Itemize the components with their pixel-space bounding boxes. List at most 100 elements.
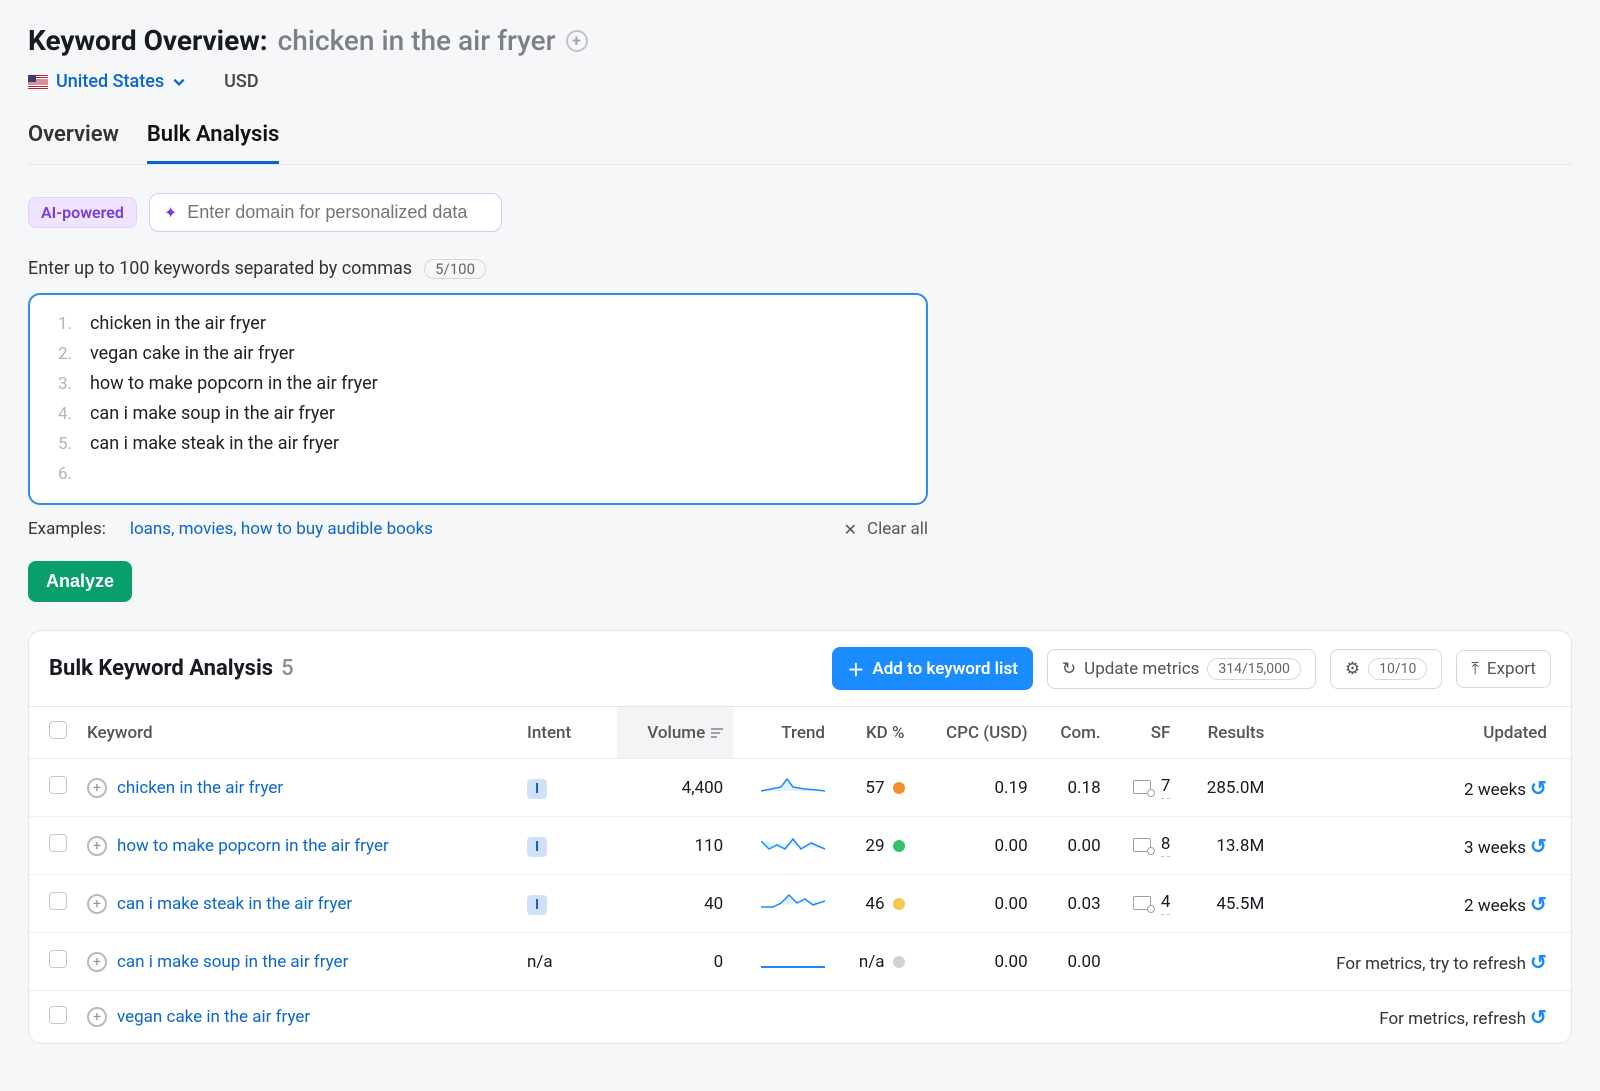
- cpc-cell: 0.00: [915, 817, 1038, 875]
- com-cell: 0.18: [1038, 759, 1111, 817]
- results-cell: 285.0M: [1180, 759, 1274, 817]
- tabs: Overview Bulk Analysis: [28, 116, 1572, 165]
- results-table: Keyword Intent Volume Trend KD % CPC (US…: [29, 706, 1571, 1043]
- intent-cell: I: [517, 875, 617, 933]
- title-keyword: chicken in the air fryer: [278, 24, 556, 57]
- ai-powered-badge: AI-powered: [28, 197, 137, 228]
- col-updated[interactable]: Updated: [1274, 707, 1571, 759]
- col-keyword[interactable]: Keyword: [77, 707, 517, 759]
- tab-bulk-analysis[interactable]: Bulk Analysis: [147, 116, 280, 164]
- col-kd[interactable]: KD %: [835, 707, 915, 759]
- page-title: Keyword Overview: chicken in the air fry…: [28, 24, 1572, 57]
- add-keyword-icon[interactable]: +: [566, 30, 588, 52]
- kw-line: can i make steak in the air fryer: [90, 429, 339, 459]
- serp-icon[interactable]: [1133, 896, 1151, 910]
- tab-overview[interactable]: Overview: [28, 116, 119, 164]
- domain-input-wrap[interactable]: ✦: [149, 193, 502, 232]
- keyword-link[interactable]: how to make popcorn in the air fryer: [117, 836, 389, 856]
- kw-line: chicken in the air fryer: [90, 309, 266, 339]
- kw-line: how to make popcorn in the air fryer: [90, 369, 378, 399]
- keywords-textarea[interactable]: 1.chicken in the air fryer 2.vegan cake …: [28, 293, 928, 505]
- sort-icon: [711, 728, 723, 738]
- kd-cell: 29: [835, 817, 915, 875]
- add-kw-icon[interactable]: +: [87, 894, 107, 914]
- row-checkbox[interactable]: [49, 776, 67, 794]
- trend-cell: [733, 875, 835, 933]
- add-kw-icon[interactable]: +: [87, 1007, 107, 1027]
- examples-label: Examples:: [28, 519, 106, 539]
- panel-title: Bulk Keyword Analysis: [49, 656, 273, 681]
- table-row: +can i make steak in the air fryer I 40 …: [29, 875, 1571, 933]
- row-checkbox[interactable]: [49, 950, 67, 968]
- country-select[interactable]: United States: [28, 71, 186, 92]
- add-to-keyword-list-button[interactable]: ＋ Add to keyword list: [832, 647, 1033, 690]
- refresh-icon[interactable]: ↻: [1530, 834, 1547, 858]
- com-cell: 0.00: [1038, 933, 1111, 991]
- intent-badge: I: [527, 779, 547, 799]
- results-panel: Bulk Keyword Analysis 5 ＋ Add to keyword…: [28, 630, 1572, 1044]
- volume-cell: 0: [617, 933, 733, 991]
- refresh-note: For metrics, refresh: [1379, 1009, 1526, 1029]
- results-cell: 13.8M: [1180, 817, 1274, 875]
- volume-cell: 4,400: [617, 759, 733, 817]
- select-all-checkbox[interactable]: [49, 721, 67, 739]
- kd-cell: 46: [835, 875, 915, 933]
- export-button[interactable]: ⤒ Export: [1456, 650, 1551, 688]
- row-checkbox[interactable]: [49, 834, 67, 852]
- volume-cell: 110: [617, 817, 733, 875]
- kw-counter: 5/100: [424, 259, 486, 279]
- refresh-icon[interactable]: ↻: [1530, 950, 1547, 974]
- intent-cell: I: [517, 817, 617, 875]
- serp-icon[interactable]: [1133, 838, 1151, 852]
- intent-cell: I: [517, 759, 617, 817]
- updated-cell: 2 weeks ↻: [1274, 875, 1571, 933]
- refresh-icon[interactable]: ↻: [1530, 776, 1547, 800]
- col-cpc[interactable]: CPC (USD): [915, 707, 1038, 759]
- serp-icon[interactable]: [1133, 780, 1151, 794]
- col-sf[interactable]: SF: [1111, 707, 1181, 759]
- refresh-icon[interactable]: ↻: [1530, 892, 1547, 916]
- panel-count: 5: [281, 656, 294, 681]
- trend-cell: [733, 933, 835, 991]
- domain-input[interactable]: [187, 202, 487, 223]
- keyword-link[interactable]: can i make steak in the air fryer: [117, 894, 352, 914]
- col-intent[interactable]: Intent: [517, 707, 617, 759]
- row-checkbox[interactable]: [49, 892, 67, 910]
- currency-label: USD: [224, 71, 258, 92]
- sf-cell: 4: [1111, 875, 1181, 933]
- col-com[interactable]: Com.: [1038, 707, 1111, 759]
- update-count: 314/15,000: [1207, 658, 1300, 680]
- plus-icon: ＋: [847, 656, 864, 681]
- add-kw-icon[interactable]: +: [87, 836, 107, 856]
- col-results[interactable]: Results: [1180, 707, 1274, 759]
- clear-all-button[interactable]: ✕ Clear all: [844, 519, 928, 539]
- sf-cell: 7: [1111, 759, 1181, 817]
- examples-link[interactable]: loans, movies, how to buy audible books: [130, 519, 433, 539]
- volume-cell: 40: [617, 875, 733, 933]
- col-volume[interactable]: Volume: [617, 707, 733, 759]
- flag-icon: [28, 75, 48, 89]
- keyword-link[interactable]: chicken in the air fryer: [117, 778, 283, 798]
- keyword-link[interactable]: can i make soup in the air fryer: [117, 952, 348, 972]
- row-checkbox[interactable]: [49, 1006, 67, 1024]
- add-kw-icon[interactable]: +: [87, 778, 107, 798]
- analyze-button[interactable]: Analyze: [28, 561, 132, 602]
- sf-cell: 8: [1111, 817, 1181, 875]
- updated-cell: 3 weeks ↻: [1274, 817, 1571, 875]
- kd-cell: n/a: [835, 933, 915, 991]
- close-icon: ✕: [844, 520, 857, 539]
- results-cell: 45.5M: [1180, 875, 1274, 933]
- col-trend[interactable]: Trend: [733, 707, 835, 759]
- refresh-icon[interactable]: ↻: [1530, 1005, 1547, 1029]
- intent-cell: n/a: [517, 933, 617, 991]
- keyword-link[interactable]: vegan cake in the air fryer: [117, 1007, 310, 1027]
- kw-line: can i make soup in the air fryer: [90, 399, 335, 429]
- com-cell: 0.03: [1038, 875, 1111, 933]
- chevron-down-icon: [172, 75, 186, 89]
- settings-button[interactable]: ⚙ 10/10: [1330, 649, 1443, 689]
- add-kw-icon[interactable]: +: [87, 952, 107, 972]
- update-metrics-button[interactable]: ↻ Update metrics 314/15,000: [1047, 649, 1316, 689]
- table-row: +how to make popcorn in the air fryer I …: [29, 817, 1571, 875]
- title-label: Keyword Overview:: [28, 24, 268, 57]
- sparkle-icon: ✦: [164, 203, 177, 222]
